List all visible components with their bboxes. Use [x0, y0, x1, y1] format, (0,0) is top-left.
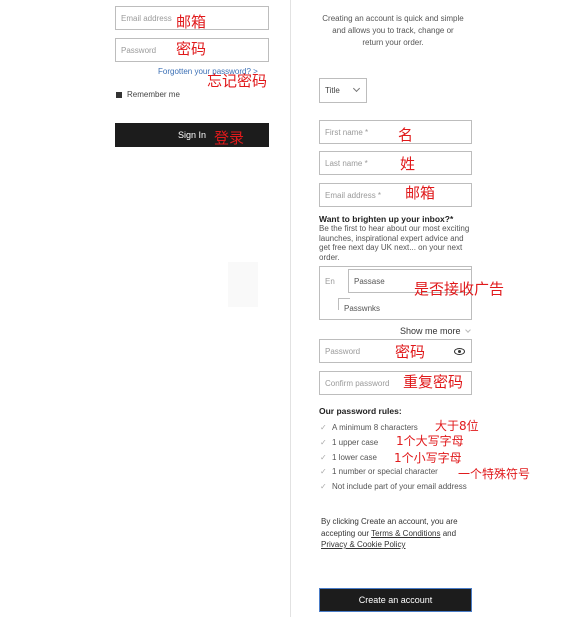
- password-rule-text: 1 upper case: [332, 438, 379, 447]
- show-more-label: Show me more: [400, 326, 461, 336]
- last-name-placeholder: Last name *: [325, 158, 368, 168]
- password-rule: ✓ Not include part of your email address: [320, 482, 470, 492]
- remember-label: Remember me: [127, 90, 180, 99]
- annotation-rule-lower: 1个小写字母: [394, 451, 462, 465]
- title-select[interactable]: Title: [319, 78, 367, 103]
- password-rule-text: 1 number or special character: [332, 467, 438, 476]
- register-password-placeholder: Password: [325, 346, 361, 356]
- register-email-placeholder: Email address *: [325, 190, 382, 200]
- remember-checkbox[interactable]: [116, 91, 122, 98]
- annotation-marketing: 是否接收广告: [414, 280, 505, 298]
- eye-icon[interactable]: [454, 346, 465, 357]
- last-name-field[interactable]: Last name *: [319, 151, 472, 175]
- first-name-placeholder: First name *: [325, 127, 369, 137]
- signin-button[interactable]: Sign In: [115, 123, 269, 147]
- remember-me[interactable]: Remember me: [116, 90, 180, 99]
- annotation-signin: 登录: [214, 129, 245, 147]
- terms-and: and: [442, 528, 457, 538]
- annotation-rule-min: 大于8位: [435, 419, 479, 433]
- password-rule-text: Not include part of your email address: [332, 482, 467, 491]
- annotation-email-left: 邮箱: [176, 13, 207, 31]
- privacy-link[interactable]: Privacy & Cookie Policy: [321, 540, 405, 549]
- annotation-password-left: 密码: [176, 40, 207, 58]
- register-email-field[interactable]: Email address *: [319, 183, 472, 207]
- show-more-toggle[interactable]: Show me more: [400, 326, 471, 336]
- annotation-rule-special: 一个特殊符号: [458, 467, 531, 481]
- confirm-password-placeholder: Confirm password: [325, 378, 390, 388]
- marketing-text: Be the first to hear about our most exci…: [319, 224, 470, 262]
- create-account-button[interactable]: Create an account: [319, 588, 472, 612]
- chevron-down-icon: [464, 327, 471, 333]
- watermark-smudge: [228, 262, 258, 307]
- marketing-heading: Want to brighten up your inbox?*: [319, 214, 454, 224]
- terms-link[interactable]: Terms & Conditions: [371, 529, 440, 538]
- annotation-first-name: 名: [398, 126, 414, 144]
- annotation-email-right: 邮箱: [405, 184, 436, 202]
- marketing-option-text: En: [325, 277, 335, 286]
- marketing-overlay-text: Passase: [354, 276, 385, 286]
- check-icon: ✓: [320, 467, 327, 476]
- title-select-value: Title: [325, 86, 340, 95]
- annotation-last-name: 姓: [400, 155, 416, 173]
- check-icon: ✓: [320, 423, 327, 432]
- password-rule-text: A minimum 8 characters: [332, 423, 418, 432]
- check-icon: ✓: [320, 453, 327, 462]
- annotation-forgot: 忘记密码: [207, 72, 268, 90]
- chevron-down-icon: [352, 84, 361, 93]
- password-rules-heading: Our password rules:: [319, 406, 402, 416]
- password-rule: ✓ 1 upper case: [320, 438, 378, 448]
- first-name-field[interactable]: First name *: [319, 120, 472, 144]
- check-icon: ✓: [320, 438, 327, 447]
- password-rule: ✓ 1 lower case: [320, 453, 377, 463]
- register-intro: Creating an account is quick and simple …: [322, 14, 464, 47]
- signin-password-placeholder: Password: [121, 45, 157, 55]
- column-divider: [290, 0, 291, 617]
- annotation-password-right: 密码: [395, 343, 426, 361]
- password-rule: ✓ 1 number or special character: [320, 467, 438, 477]
- password-rule-text: 1 lower case: [332, 453, 377, 462]
- marketing-overlay-text-2: Passwnks: [344, 304, 381, 313]
- check-icon: ✓: [320, 482, 327, 491]
- terms-text: By clicking Create an account, you are a…: [321, 516, 461, 551]
- signin-email-placeholder: Email address: [121, 13, 172, 23]
- annotation-confirm-password: 重复密码: [403, 373, 464, 391]
- password-rule: ✓ A minimum 8 characters: [320, 423, 418, 433]
- annotation-rule-upper: 1个大写字母: [396, 434, 464, 448]
